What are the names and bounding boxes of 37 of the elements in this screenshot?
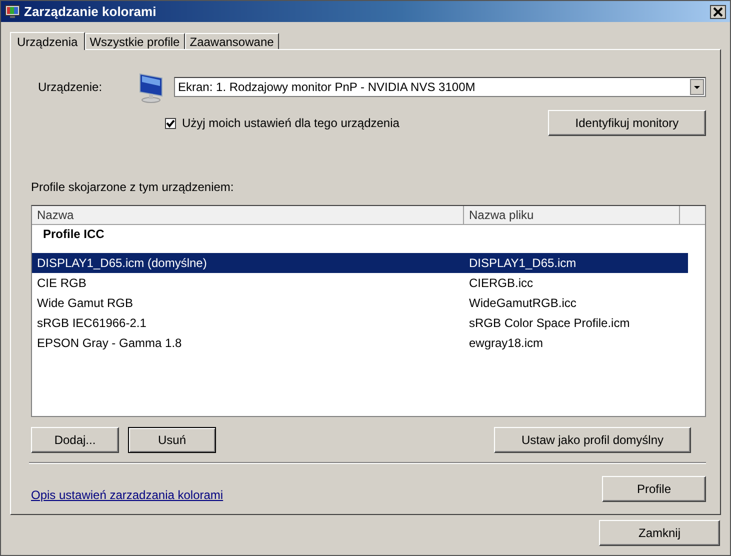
file-name: ewgray18.icm [468, 336, 544, 350]
window-title: Zarządzanie kolorami [24, 4, 158, 19]
add-button[interactable]: Dodaj... [31, 427, 119, 453]
header-filler [680, 206, 705, 225]
list-row[interactable]: DISPLAY1_D65.icm (domyślne) DISPLAY1_D65.icm [32, 253, 688, 273]
help-link[interactable]: Opis ustawień zarzadzania kolorami [31, 488, 224, 502]
remove-button[interactable]: Usuń [128, 427, 216, 453]
list-row[interactable]: Wide Gamut RGB WideGamutRGB.icc [32, 293, 688, 313]
monitor-icon [5, 4, 20, 18]
file-name: WideGamutRGB.icc [468, 296, 578, 310]
identify-monitors-button[interactable]: Identyfikuj monitory [548, 110, 706, 136]
checkbox-label: Użyj moich ustawień dla tego urządzenia [182, 116, 400, 130]
file-name: sRGB Color Space Profile.icm [468, 316, 631, 330]
file-name: DISPLAY1_D65.icm [468, 256, 578, 270]
set-default-button[interactable]: Ustaw jako profil domyślny [494, 427, 691, 453]
tab[interactable]: Wszystkie profile [84, 33, 185, 49]
profile-name: sRGB IEC61966-2.1 [36, 316, 148, 330]
device-label: Urządzenie: [37, 80, 104, 94]
device-dropdown[interactable]: Ekran: 1. Rodzajowy monitor PnP - NVIDIA NVS 3100M [174, 77, 706, 97]
column-header[interactable]: Nazwa pliku [464, 206, 680, 225]
list-row[interactable]: sRGB IEC61966-2.1 sRGB Color Space Profile.icm [32, 313, 688, 333]
column-header[interactable]: Nazwa [32, 206, 464, 225]
profile-name: DISPLAY1_D65.icm (domyślne) [36, 256, 208, 270]
list-row[interactable]: EPSON Gray - Gamma 1.8 ewgray18.icm [32, 333, 688, 353]
profile-name: Wide Gamut RGB [36, 296, 134, 310]
profiles-button[interactable]: Profile [602, 476, 706, 502]
section-caption: Profile skojarzone z tym urządzeniem: [31, 180, 235, 194]
close-icon[interactable] [710, 4, 726, 18]
profile-name: CIE RGB [36, 276, 88, 290]
close-button[interactable]: Zamknij [599, 520, 720, 546]
profile-name: EPSON Gray - Gamma 1.8 [36, 336, 183, 350]
file-name: CIERGB.icc [468, 276, 534, 290]
checkbox[interactable] [165, 118, 176, 128]
list-row[interactable]: CIE RGB CIERGB.icc [32, 273, 688, 293]
tab[interactable]: Urządzenia [10, 32, 85, 50]
group-header: Profile ICC [42, 226, 106, 243]
tab[interactable]: Zaawansowane [184, 33, 279, 49]
